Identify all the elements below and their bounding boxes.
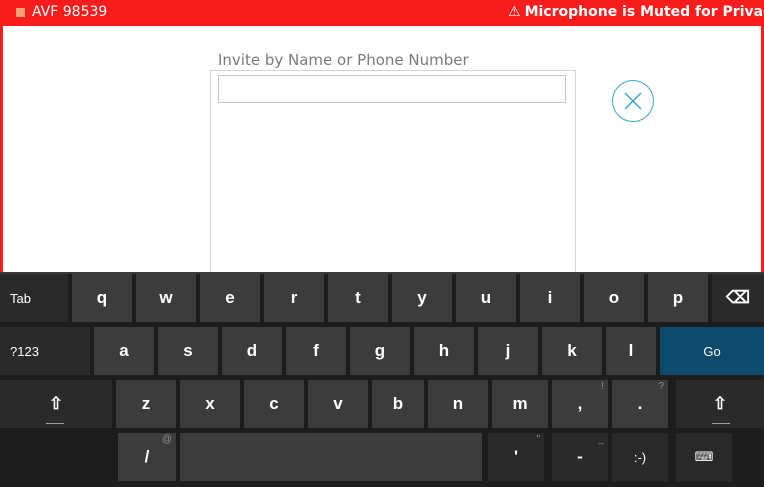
invite-label: Invite by Name or Phone Number [218, 51, 469, 69]
close-icon [624, 92, 642, 110]
key-s[interactable]: s [158, 327, 218, 375]
status-square-icon [16, 8, 25, 17]
key-n[interactable]: n [428, 380, 488, 428]
dash-hint: _ [598, 434, 604, 445]
shift-icon: ⇧ [712, 394, 728, 413]
key-d[interactable]: d [222, 327, 282, 375]
key-j[interactable]: j [478, 327, 538, 375]
key-w[interactable]: w [136, 274, 196, 322]
key-v[interactable]: v [308, 380, 368, 428]
space-key[interactable] [180, 433, 482, 481]
apostrophe-hint: " [536, 434, 540, 445]
conference-id: AVF 98539 [32, 4, 108, 20]
shift-indicator [712, 423, 730, 424]
key-y[interactable]: y [392, 274, 452, 322]
key-g[interactable]: g [350, 327, 410, 375]
key-dash[interactable]: - _ [552, 433, 608, 481]
key-r[interactable]: r [264, 274, 324, 322]
apostrophe-label: ' [513, 447, 519, 466]
keyboard-icon: ⌨ [694, 449, 714, 464]
close-button[interactable] [612, 80, 654, 122]
period-hint: ? [658, 381, 664, 392]
shift-indicator [46, 423, 64, 424]
key-z[interactable]: z [116, 380, 176, 428]
backspace-icon: ⌫ [725, 288, 751, 307]
comma-hint: ! [601, 381, 604, 392]
mute-alert: ⚠ Microphone is Muted for Privacy [508, 4, 764, 20]
key-tab[interactable]: Tab [0, 274, 68, 322]
key-symbols[interactable]: ?123 [0, 327, 90, 375]
keyboard-switch-key[interactable]: ⌨ [676, 433, 732, 481]
key-m[interactable]: m [492, 380, 548, 428]
mute-alert-text: Microphone is Muted for Privacy [524, 4, 764, 20]
key-f[interactable]: f [286, 327, 346, 375]
key-l[interactable]: l [606, 327, 656, 375]
key-e[interactable]: e [200, 274, 260, 322]
key-p[interactable]: p [648, 274, 708, 322]
dash-label: - [577, 447, 583, 466]
key-k[interactable]: k [542, 327, 602, 375]
period-label: . [637, 394, 643, 413]
key-t[interactable]: t [328, 274, 388, 322]
slash-label: / [144, 447, 150, 466]
key-q[interactable]: q [72, 274, 132, 322]
key-comma[interactable]: ,! [552, 380, 608, 428]
shift-icon: ⇧ [48, 394, 64, 413]
key-u[interactable]: u [456, 274, 516, 322]
key-x[interactable]: x [180, 380, 240, 428]
shift-key-right[interactable]: ⇧ [676, 380, 764, 428]
invite-search-input[interactable] [218, 75, 566, 103]
backspace-key[interactable]: ⌫ [712, 274, 764, 322]
key-b[interactable]: b [372, 380, 424, 428]
key-a[interactable]: a [94, 327, 154, 375]
status-bar: AVF 98539 ⚠ Microphone is Muted for Priva… [0, 0, 764, 26]
warning-icon: ⚠ [508, 4, 521, 20]
key-h[interactable]: h [414, 327, 474, 375]
key-c[interactable]: c [244, 380, 304, 428]
key-o[interactable]: o [584, 274, 644, 322]
comma-label: , [577, 394, 583, 413]
go-key[interactable]: Go [660, 327, 764, 375]
onscreen-keyboard: Tab q w e r t y u i o p ⌫ ?123 a s d f g… [0, 272, 764, 487]
key-smiley[interactable]: :-) [612, 433, 668, 481]
slash-hint: @ [161, 434, 172, 445]
shift-key-left[interactable]: ⇧ [0, 380, 112, 428]
key-period[interactable]: .? [612, 380, 668, 428]
frame-left [0, 26, 3, 272]
key-slash[interactable]: / @ [118, 433, 176, 481]
screen: AVF 98539 ⚠ Microphone is Muted for Priva… [0, 0, 764, 487]
key-apostrophe[interactable]: ' " [488, 433, 544, 481]
key-i[interactable]: i [520, 274, 580, 322]
